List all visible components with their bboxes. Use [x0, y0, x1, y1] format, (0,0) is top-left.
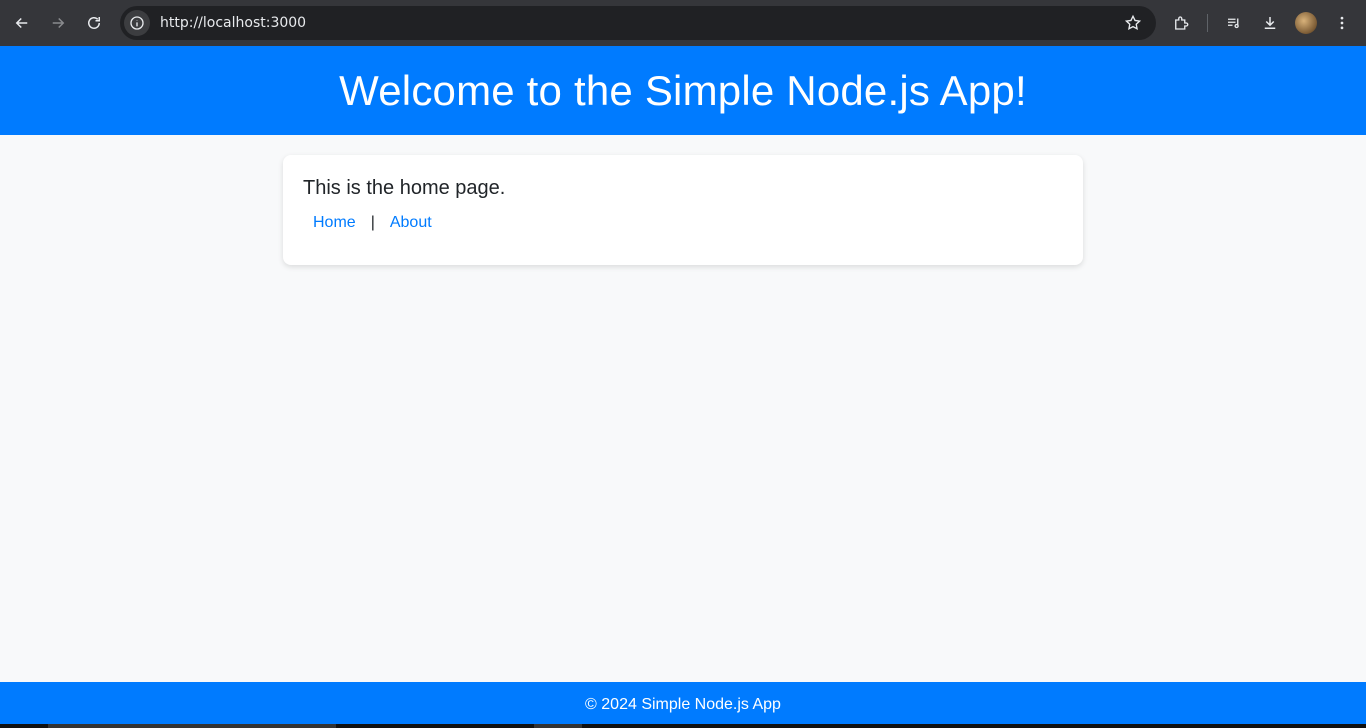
- forward-arrow-icon: [52, 17, 65, 29]
- star-icon[interactable]: [1124, 14, 1142, 32]
- kebab-menu-icon: [1340, 16, 1344, 30]
- site-footer: © 2024 Simple Node.js App: [0, 682, 1366, 728]
- nav-link-home[interactable]: Home: [313, 214, 356, 232]
- extensions-button[interactable]: [1163, 5, 1199, 41]
- taskbar-edge: [0, 724, 1366, 728]
- address-bar[interactable]: http://localhost:3000: [120, 6, 1156, 40]
- downloads-button[interactable]: [1252, 5, 1288, 41]
- toolbar-actions: [1163, 5, 1360, 41]
- page-title: Welcome to the Simple Node.js App!: [339, 66, 1027, 114]
- site-info-icon: [130, 16, 144, 30]
- nav-link-about[interactable]: About: [390, 214, 432, 232]
- menu-button[interactable]: [1324, 5, 1360, 41]
- media-control-button[interactable]: [1216, 5, 1252, 41]
- footer-text: © 2024 Simple Node.js App: [585, 696, 781, 713]
- extensions-icon: [1175, 16, 1189, 30]
- back-arrow-icon: [15, 17, 28, 29]
- browser-toolbar: http://localhost:3000: [0, 0, 1366, 46]
- nav-separator: |: [370, 214, 375, 231]
- content-text: This is the home page.: [303, 177, 506, 199]
- download-icon: [1264, 17, 1276, 29]
- site-info-button[interactable]: [124, 10, 150, 36]
- media-control-icon: [1228, 18, 1239, 29]
- page-nav: Home | About: [303, 214, 1063, 232]
- toolbar-divider: [1207, 14, 1208, 32]
- profile-button[interactable]: [1288, 5, 1324, 41]
- site-header: Welcome to the Simple Node.js App!: [0, 46, 1366, 135]
- forward-button[interactable]: [40, 5, 76, 41]
- content-card: This is the home page. Home | About: [283, 155, 1083, 265]
- reload-icon: [88, 17, 100, 29]
- back-button[interactable]: [4, 5, 40, 41]
- url-text[interactable]: http://localhost:3000: [160, 15, 306, 31]
- profile-avatar: [1295, 12, 1317, 34]
- reload-button[interactable]: [76, 5, 112, 41]
